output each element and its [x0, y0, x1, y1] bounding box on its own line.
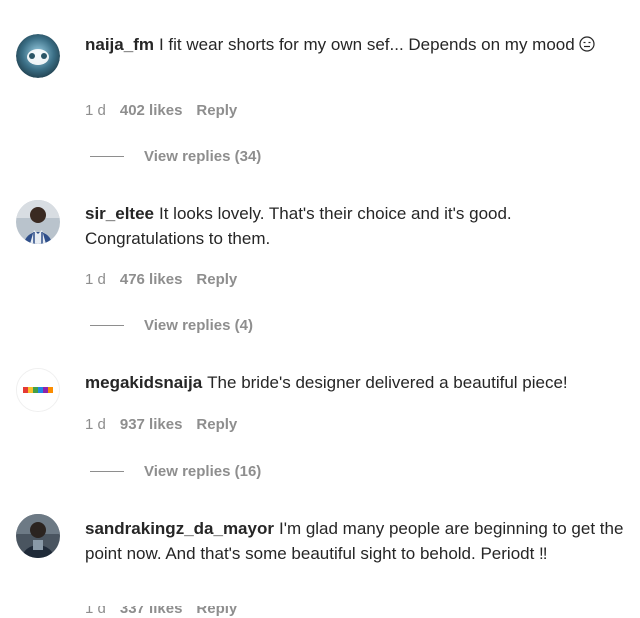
avatar[interactable] [16, 200, 60, 244]
reply-button[interactable]: Reply [196, 606, 237, 617]
comment-text-block: sandrakingz_da_mayor I'm glad many people… [85, 516, 625, 566]
view-replies-button[interactable]: View replies (34) [90, 148, 261, 165]
view-replies-button[interactable]: View replies (16) [90, 463, 261, 480]
comment-meta: 1 d 476 likes Reply [85, 271, 251, 288]
reply-button[interactable]: Reply [196, 271, 237, 288]
comment-text-block: sir_eltee It looks lovely. That's their c… [85, 201, 625, 251]
view-replies-label: View replies (4) [144, 317, 253, 334]
avatar[interactable] [16, 514, 60, 558]
comment-meta: 1 d 402 likes Reply [85, 102, 251, 119]
comment-body: I fit wear shorts for my own sef... Depe… [158, 35, 575, 54]
reply-button[interactable]: Reply [196, 416, 237, 433]
comment-likes[interactable]: 402 likes [120, 102, 183, 119]
comment-likes[interactable]: 476 likes [120, 271, 183, 288]
comment-meta: 1 d 337 likes Reply [85, 606, 251, 618]
neutral-face-icon [579, 34, 596, 52]
comment-username[interactable]: megakidsnaija [85, 373, 202, 392]
reply-button[interactable]: Reply [196, 102, 237, 119]
comment-body: The bride's designer delivered a beautif… [207, 373, 568, 392]
comment-time: 1 d [85, 271, 106, 288]
comment-meta: 1 d 937 likes Reply [85, 416, 251, 433]
comment-text-block: megakidsnaija The bride's designer delive… [85, 370, 625, 395]
replies-divider [90, 156, 124, 157]
avatar[interactable] [16, 34, 60, 78]
comment-time: 1 d [85, 606, 106, 617]
avatar[interactable] [16, 368, 60, 412]
comment-likes[interactable]: 937 likes [120, 416, 183, 433]
comment-username[interactable]: sir_eltee [85, 204, 154, 223]
comment-username[interactable]: naija_fm [85, 35, 154, 54]
comment-likes[interactable]: 337 likes [120, 606, 183, 617]
comment-username[interactable]: sandrakingz_da_mayor [85, 519, 274, 538]
replies-divider [90, 325, 124, 326]
replies-divider [90, 471, 124, 472]
comment-text-block: naija_fm I fit wear shorts for my own sef… [85, 32, 625, 57]
view-replies-button[interactable]: View replies (4) [90, 317, 253, 334]
comment-time: 1 d [85, 102, 106, 119]
view-replies-label: View replies (34) [144, 148, 262, 165]
comment-time: 1 d [85, 416, 106, 433]
view-replies-label: View replies (16) [144, 463, 262, 480]
